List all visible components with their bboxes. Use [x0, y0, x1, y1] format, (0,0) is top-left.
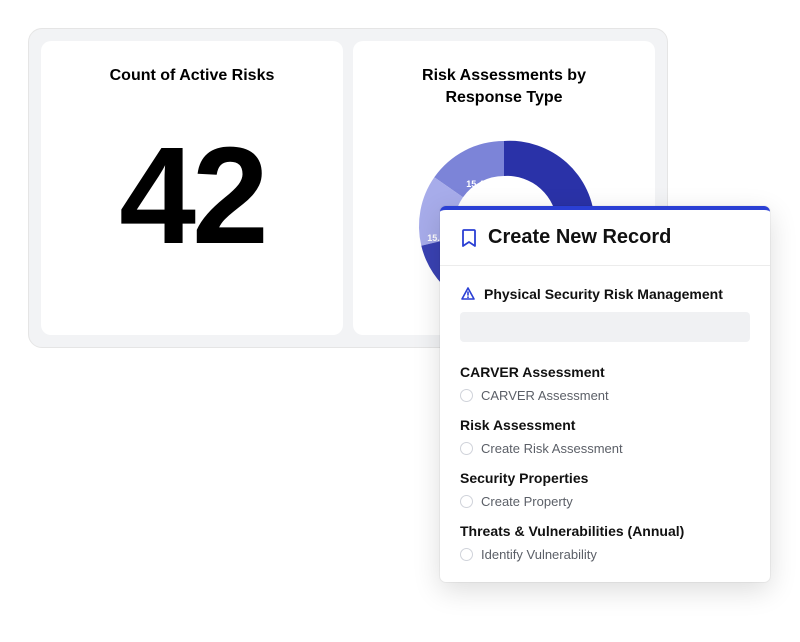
option-label: Create Property — [481, 494, 573, 509]
group-risk-assessment: Risk Assessment Create Risk Assessment — [460, 405, 750, 458]
option-label: CARVER Assessment — [481, 388, 609, 403]
modal-title: Create New Record — [488, 226, 671, 249]
active-risks-title: Count of Active Risks — [110, 65, 275, 87]
group-title-carver: CARVER Assessment — [460, 364, 750, 380]
donut-slice-label-a: 15.4% — [466, 179, 492, 189]
bookmark-icon — [460, 228, 478, 248]
radio-icon — [460, 495, 473, 508]
active-risks-value: 42 — [119, 127, 265, 265]
group-threats-vulnerabilities: Threats & Vulnerabilities (Annual) Ident… — [460, 511, 750, 564]
option-create-property[interactable]: Create Property — [460, 492, 750, 511]
group-title-risk: Risk Assessment — [460, 417, 750, 433]
donut-chart-title: Risk Assessments by Response Type — [394, 65, 614, 108]
active-risks-card: Count of Active Risks 42 — [41, 41, 343, 335]
warning-icon — [460, 286, 476, 302]
search-input-placeholder[interactable] — [460, 312, 750, 342]
group-security-properties: Security Properties Create Property — [460, 458, 750, 511]
modal-section-title: Physical Security Risk Management — [484, 286, 723, 302]
modal-header: Create New Record — [440, 210, 770, 266]
option-label: Identify Vulnerability — [481, 547, 597, 562]
group-carver: CARVER Assessment CARVER Assessment — [460, 352, 750, 405]
radio-icon — [460, 389, 473, 402]
modal-section-header: Physical Security Risk Management — [460, 278, 750, 302]
option-carver-assessment[interactable]: CARVER Assessment — [460, 386, 750, 405]
radio-icon — [460, 548, 473, 561]
radio-icon — [460, 442, 473, 455]
option-label: Create Risk Assessment — [481, 441, 623, 456]
group-title-properties: Security Properties — [460, 470, 750, 486]
create-record-modal: Create New Record Physical Security Risk… — [440, 206, 770, 582]
group-title-threats: Threats & Vulnerabilities (Annual) — [460, 523, 750, 539]
option-identify-vulnerability[interactable]: Identify Vulnerability — [460, 545, 750, 564]
modal-body: Physical Security Risk Management CARVER… — [440, 266, 770, 582]
option-create-risk-assessment[interactable]: Create Risk Assessment — [460, 439, 750, 458]
